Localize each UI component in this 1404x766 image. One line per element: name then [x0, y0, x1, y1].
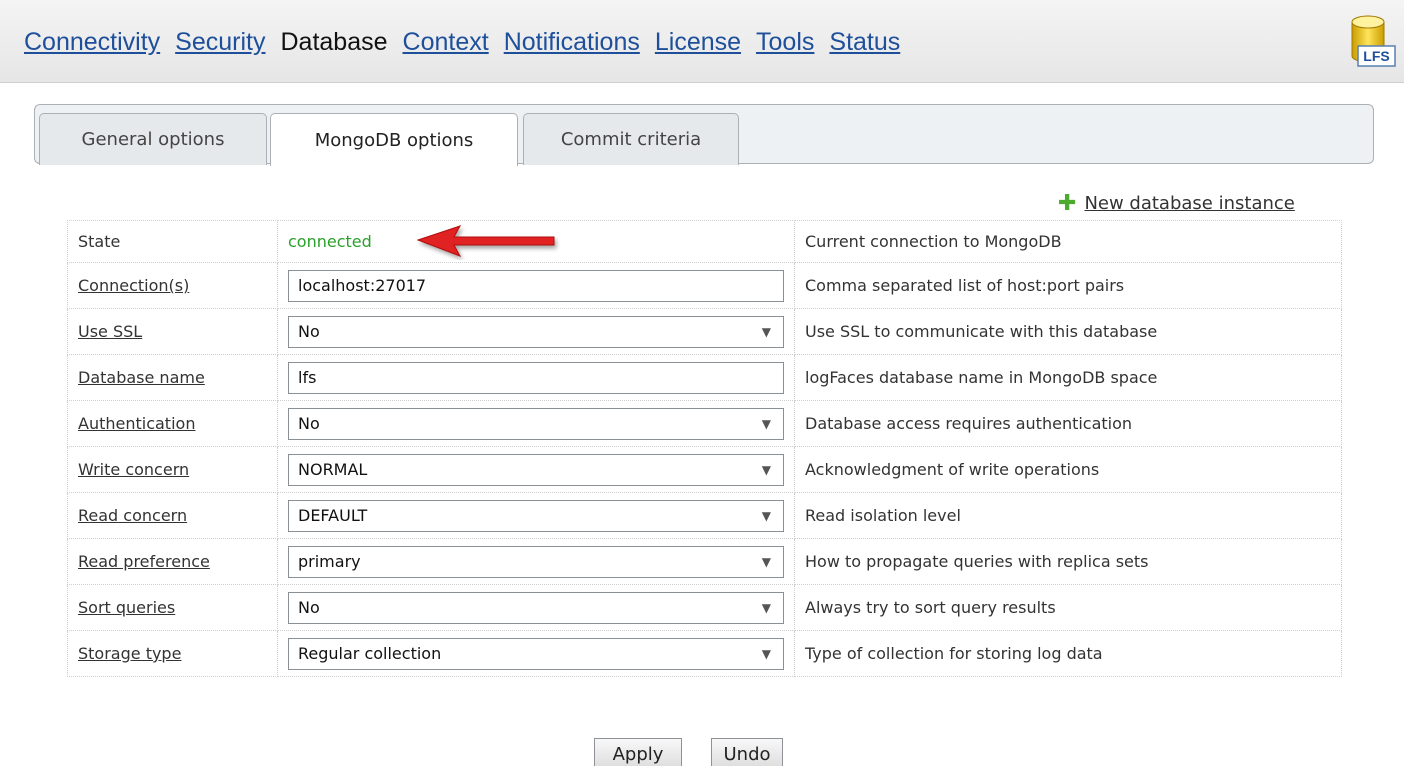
option-row-read-preference: Read preference primary ▼ How to propagat…: [67, 538, 1342, 585]
lfs-logo-database-icon: LFS: [1351, 15, 1396, 67]
read-concern-label[interactable]: Read concern: [78, 506, 187, 525]
tab-general-options[interactable]: General options: [39, 113, 267, 165]
write-concern-description: Acknowledgment of write operations: [805, 460, 1100, 479]
chevron-down-icon: ▼: [761, 600, 771, 615]
authentication-label[interactable]: Authentication: [78, 414, 195, 433]
option-row-read-concern: Read concern DEFAULT ▼ Read isolation lev…: [67, 492, 1342, 539]
new-database-instance-link[interactable]: ✚ New database instance: [1058, 191, 1295, 216]
option-row-use-ssl: Use SSL No ▼ Use SSL to communicate with …: [67, 308, 1342, 355]
write-concern-select-value: NORMAL: [298, 460, 368, 479]
nav-status[interactable]: Status: [829, 28, 900, 56]
sort-queries-description: Always try to sort query results: [805, 598, 1056, 617]
read-preference-description: How to propagate queries with replica se…: [805, 552, 1149, 571]
chevron-down-icon: ▼: [761, 416, 771, 431]
connections-label[interactable]: Connection(s): [78, 276, 189, 295]
storage-type-label[interactable]: Storage type: [78, 644, 181, 663]
options-tab-bar: General options MongoDB options Commit c…: [34, 104, 1374, 166]
tab-commit-criteria[interactable]: Commit criteria: [523, 113, 739, 165]
nav-notifications[interactable]: Notifications: [504, 28, 640, 56]
read-preference-label[interactable]: Read preference: [78, 552, 210, 571]
nav-context[interactable]: Context: [403, 28, 489, 56]
option-row-sort-queries: Sort queries No ▼ Always try to sort quer…: [67, 584, 1342, 631]
apply-button[interactable]: Apply: [594, 738, 682, 766]
tab-mongodb-options[interactable]: MongoDB options: [270, 113, 518, 166]
chevron-down-icon: ▼: [761, 462, 771, 477]
logo-text: LFS: [1363, 48, 1389, 64]
connections-input-value: localhost:27017: [298, 276, 427, 295]
mongodb-options-table: State connected Current connection to Mo…: [67, 220, 1342, 677]
use-ssl-description: Use SSL to communicate with this databas…: [805, 322, 1158, 341]
connections-description: Comma separated list of host:port pairs: [805, 276, 1125, 295]
use-ssl-select-value: No: [298, 322, 320, 341]
red-arrow-annotation: [416, 225, 555, 257]
state-value: connected: [288, 232, 372, 251]
plus-icon: ✚: [1058, 191, 1077, 216]
chevron-down-icon: ▼: [761, 554, 771, 569]
storage-type-description: Type of collection for storing log data: [805, 644, 1103, 663]
option-row-authentication: Authentication No ▼ Database access requi…: [67, 400, 1342, 447]
option-row-storage-type: Storage type Regular collection ▼ Type of…: [67, 630, 1342, 677]
read-preference-select-value: primary: [298, 552, 361, 571]
use-ssl-select[interactable]: No ▼: [288, 315, 784, 348]
database-name-input[interactable]: lfs: [288, 361, 784, 394]
sort-queries-select-value: No: [298, 598, 320, 617]
undo-button[interactable]: Undo: [711, 738, 783, 766]
storage-type-select[interactable]: Regular collection ▼: [288, 637, 784, 670]
database-name-description: logFaces database name in MongoDB space: [805, 368, 1158, 387]
sort-queries-select[interactable]: No ▼: [288, 591, 784, 624]
authentication-select[interactable]: No ▼: [288, 407, 784, 440]
nav-database[interactable]: Database: [280, 28, 387, 56]
top-navigation: Connectivity Security Database Context Notif…: [0, 0, 1404, 83]
option-row-write-concern: Write concern NORMAL ▼ Acknowledgment of …: [67, 446, 1342, 493]
nav-connectivity[interactable]: Connectivity: [24, 28, 160, 56]
database-name-label[interactable]: Database name: [78, 368, 205, 387]
nav-links: Connectivity Security Database Context Notif…: [24, 28, 915, 57]
storage-type-select-value: Regular collection: [298, 644, 442, 663]
chevron-down-icon: ▼: [761, 508, 771, 523]
authentication-description: Database access requires authentication: [805, 414, 1133, 433]
read-concern-description: Read isolation level: [805, 506, 961, 525]
chevron-down-icon: ▼: [761, 324, 771, 339]
read-concern-select-value: DEFAULT: [298, 506, 368, 525]
nav-license[interactable]: License: [655, 28, 741, 56]
sort-queries-label[interactable]: Sort queries: [78, 598, 175, 617]
state-description: Current connection to MongoDB: [805, 232, 1062, 251]
write-concern-select[interactable]: NORMAL ▼: [288, 453, 784, 486]
authentication-select-value: No: [298, 414, 320, 433]
database-name-input-value: lfs: [298, 368, 317, 387]
new-database-instance-label: New database instance: [1084, 193, 1295, 214]
connections-input[interactable]: localhost:27017: [288, 269, 784, 302]
nav-tools[interactable]: Tools: [756, 28, 814, 56]
chevron-down-icon: ▼: [761, 646, 771, 661]
state-row: State connected Current connection to Mo…: [67, 220, 1342, 263]
use-ssl-label[interactable]: Use SSL: [78, 322, 142, 341]
nav-security[interactable]: Security: [175, 28, 265, 56]
read-concern-select[interactable]: DEFAULT ▼: [288, 499, 784, 532]
option-row-connections: Connection(s) localhost:27017 Comma sepa…: [67, 262, 1342, 309]
write-concern-label[interactable]: Write concern: [78, 460, 189, 479]
read-preference-select[interactable]: primary ▼: [288, 545, 784, 578]
state-label: State: [78, 232, 121, 251]
option-row-database-name: Database name lfs logFaces database name…: [67, 354, 1342, 401]
